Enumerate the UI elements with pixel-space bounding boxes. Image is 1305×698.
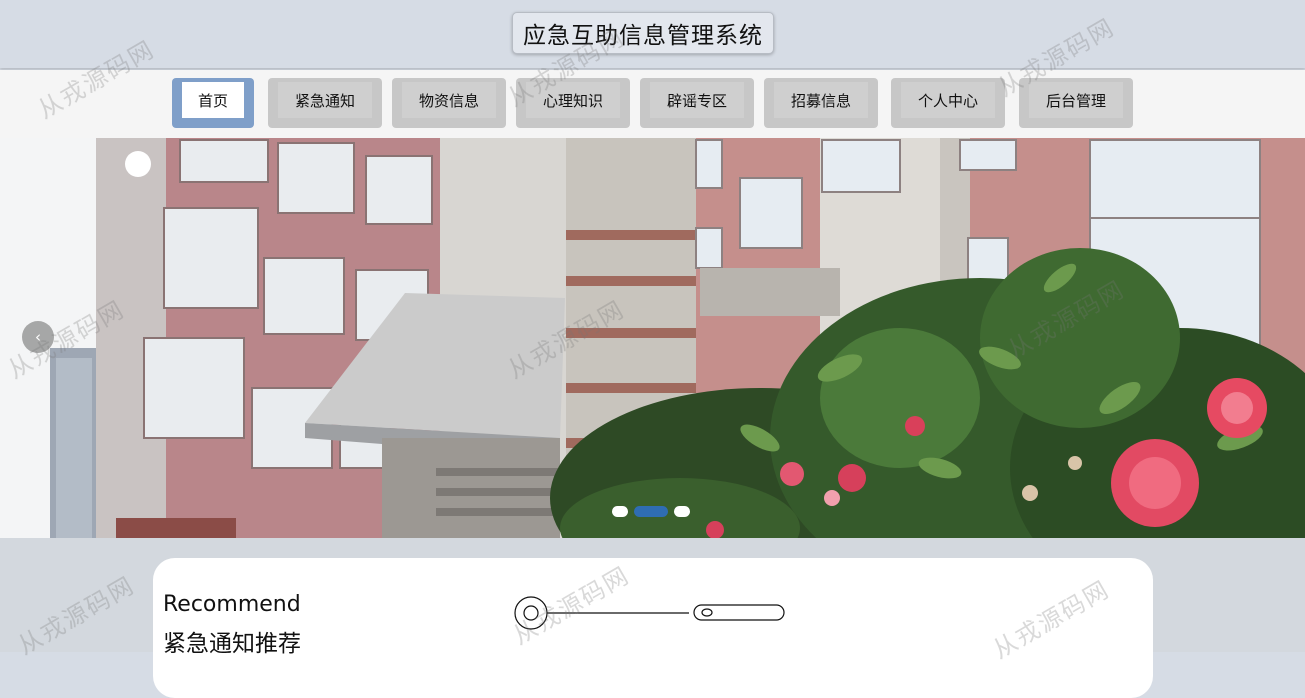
nav-item-personal-center[interactable]: 个人中心 xyxy=(891,78,1005,128)
carousel-indicators xyxy=(612,506,690,518)
recommend-title-cn: 紧急通知推荐 xyxy=(163,631,301,657)
nav-item-label: 首页 xyxy=(182,82,244,118)
nav-item-label: 心理知识 xyxy=(526,82,620,118)
banner-image xyxy=(0,138,1305,538)
recommend-title-en: Recommend xyxy=(163,592,301,617)
main-nav: 首页 紧急通知 物资信息 心理知识 辟谣专区 招募信息 个人中心 后台管理 xyxy=(0,70,1305,138)
main-content: Recommend 紧急通知推荐 xyxy=(0,538,1305,698)
nav-item-emergency-notice[interactable]: 紧急通知 xyxy=(268,78,382,128)
carousel-prev-button[interactable]: ‹ xyxy=(22,321,54,353)
nav-item-psychology[interactable]: 心理知识 xyxy=(516,78,630,128)
carousel-dot[interactable] xyxy=(674,506,690,517)
site-title: 应急互助信息管理系统 xyxy=(512,12,774,54)
nav-item-recruitment[interactable]: 招募信息 xyxy=(764,78,878,128)
nav-item-label: 个人中心 xyxy=(901,82,995,118)
nav-item-label: 紧急通知 xyxy=(278,82,372,118)
nav-item-admin[interactable]: 后台管理 xyxy=(1019,78,1133,128)
recommend-section: Recommend 紧急通知推荐 xyxy=(153,558,1153,698)
carousel-dot-active[interactable] xyxy=(634,506,668,517)
nav-item-label: 后台管理 xyxy=(1029,82,1123,118)
chevron-left-icon: ‹ xyxy=(35,328,41,346)
nav-item-supplies[interactable]: 物资信息 xyxy=(392,78,506,128)
decorative-divider-icon xyxy=(514,596,785,630)
nav-item-rumor-debunk[interactable]: 辟谣专区 xyxy=(640,78,754,128)
nav-item-label: 物资信息 xyxy=(402,82,496,118)
top-header: 应急互助信息管理系统 xyxy=(0,0,1305,68)
banner-carousel[interactable]: ‹ xyxy=(0,138,1305,538)
nav-item-label: 辟谣专区 xyxy=(650,82,744,118)
nav-item-home[interactable]: 首页 xyxy=(172,78,254,128)
carousel-dot[interactable] xyxy=(612,506,628,517)
nav-item-label: 招募信息 xyxy=(774,82,868,118)
